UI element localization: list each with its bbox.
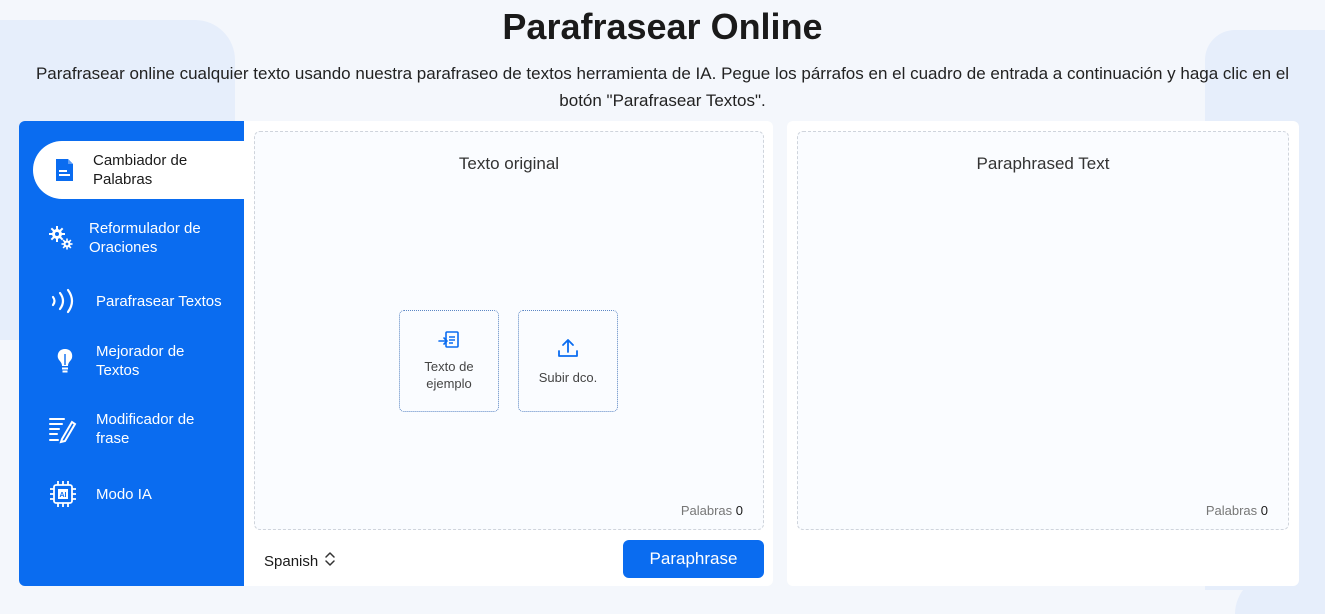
gears-icon [46,224,76,252]
paraphrased-text-title: Paraphrased Text [976,154,1110,173]
ai-chip-icon: AI [48,479,78,509]
output-panel: Paraphrased Text Palabras 0 [787,121,1299,586]
input-panel: Texto original Texto de ejemplo Subir dc… [244,121,773,586]
upload-icon [557,337,579,363]
svg-text:AI: AI [60,492,67,499]
subtitle-line-2: botón "Parafrasear Textos". [559,91,766,110]
sound-waves-icon [49,288,79,314]
original-text-area[interactable]: Texto original Texto de ejemplo Subir dc… [254,131,764,530]
insert-text-icon [438,330,460,354]
sidebar-item-label: Mejorador de Textos [96,343,185,379]
page-title: Parafrasear Online [502,6,823,47]
sidebar-item-reformulador-de-oraciones[interactable]: Reformulador de Oraciones [19,219,201,257]
sidebar-item-label: Reformulador de Oraciones [89,220,201,256]
language-select[interactable]: Spanish [264,550,336,572]
output-word-count: Palabras 0 [1205,503,1268,518]
sidebar-item-parafrasear-textos[interactable]: Parafrasear Textos [19,288,222,314]
sidebar-item-cambiador-de-palabras[interactable]: Cambiador de Palabras [33,141,244,199]
lightbulb-icon [50,346,80,376]
document-icon [49,157,79,183]
upload-document-button[interactable]: Subir dco. [518,310,618,412]
sidebar-item-modo-ia[interactable]: AI Modo IA [19,481,152,507]
page-subtitle: Parafrasear online cualquier texto usand… [14,60,1311,114]
sidebar-item-mejorador-de-textos[interactable]: Mejorador de Textos [19,342,184,380]
input-word-count: Palabras 0 [680,503,743,518]
sidebar-item-label: Parafrasear Textos [96,292,222,310]
pen-list-icon [47,414,77,444]
chevron-up-down-icon [324,550,336,572]
original-text-title: Texto original [458,154,560,173]
paraphrase-button[interactable]: Paraphrase [623,540,764,578]
sidebar-item-label: Modificador de frase [96,411,195,447]
sidebar-item-label: Modo IA [96,485,152,503]
tool-sidebar: Cambiador de Palabras Reformulador de Or… [19,121,244,586]
paraphrased-text-area[interactable]: Paraphrased Text Palabras 0 [797,131,1289,530]
sidebar-item-label: Cambiador de Palabras [93,152,188,188]
sidebar-item-modificador-de-frase[interactable]: Modificador de frase [19,410,194,448]
sample-text-button[interactable]: Texto de ejemplo [399,310,499,412]
subtitle-line-1: Parafrasear online cualquier texto usand… [35,64,1290,83]
